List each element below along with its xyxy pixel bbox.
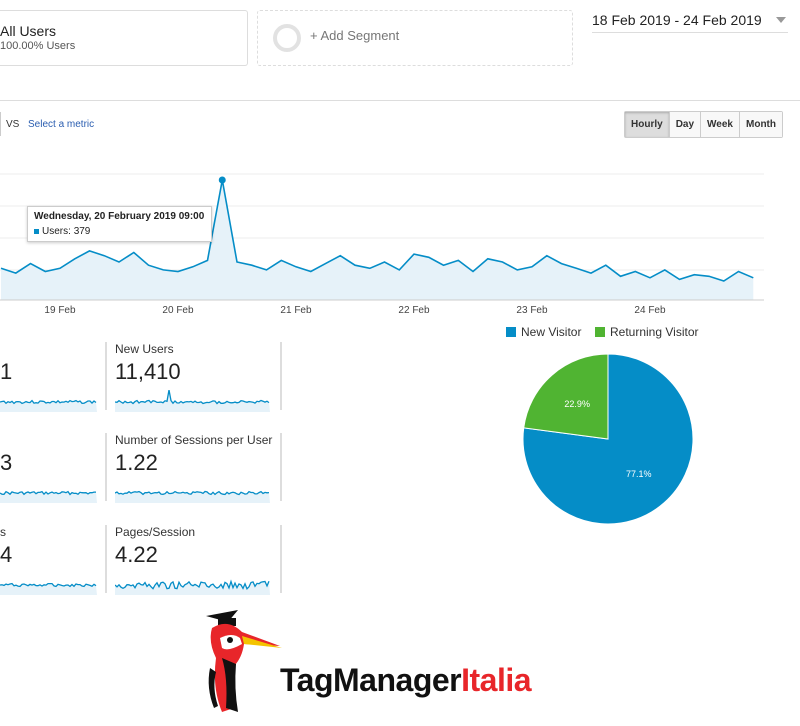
day-button[interactable]: Day (668, 112, 701, 137)
segment-subtitle: 100.00% Users (0, 40, 76, 52)
legend-swatch (506, 327, 516, 337)
metric-sparkline (115, 490, 270, 503)
metric-value: 4 (0, 542, 13, 567)
woodpecker-logo-icon (206, 610, 282, 712)
tile-divider (280, 433, 282, 501)
x-tick-label: 24 Feb (634, 305, 666, 316)
tile-divider (105, 342, 107, 410)
segment-ring-icon (273, 24, 301, 52)
x-tick-label: 20 Feb (162, 305, 194, 316)
metric-label: New Users (115, 342, 174, 356)
metric-tile[interactable]: Pages/Session 4.22 (105, 525, 280, 595)
tile-divider (280, 525, 282, 593)
select-metric-link[interactable]: Select a metric (28, 119, 94, 130)
highlighted-point (218, 176, 226, 184)
x-tick-label: 21 Feb (280, 305, 312, 316)
metric-tile[interactable]: 1 (0, 342, 97, 412)
hourly-button[interactable]: Hourly (625, 112, 669, 137)
add-segment-button[interactable]: + Add Segment (257, 10, 573, 66)
granularity-toggle: Hourly Day Week Month (624, 111, 783, 138)
metric-value: 4.22 (115, 542, 158, 567)
add-segment-label: + Add Segment (310, 28, 400, 43)
month-button[interactable]: Month (739, 112, 782, 137)
legend-new-visitor[interactable]: New Visitor (506, 325, 581, 339)
visitor-pie-chart: 77.1% 22.9% (522, 353, 694, 525)
metric-label: Pages/Session (115, 525, 196, 539)
metric-tile[interactable]: New Users 11,410 (105, 342, 280, 412)
metric-value: 1.22 (115, 450, 158, 475)
chart-tooltip: Wednesday, 20 February 2019 09:00 Users:… (27, 206, 212, 242)
tooltip-value: Users: 379 (34, 226, 205, 237)
pie-slice-label: 77.1% (626, 469, 652, 479)
tile-divider (105, 525, 107, 593)
metric-value: 1 (0, 359, 13, 384)
x-tick-label: 22 Feb (398, 305, 430, 316)
tile-divider (105, 433, 107, 501)
pie-slice (523, 353, 609, 440)
x-tick-label: 19 Feb (44, 305, 76, 316)
metric-sparkline (0, 399, 97, 412)
legend-returning-visitor[interactable]: Returning Visitor (595, 325, 699, 339)
metric-label: Number of Sessions per User (115, 433, 273, 447)
metric-sparkline (115, 579, 270, 595)
segment-title: All Users (0, 23, 57, 39)
pie-slice-label: 22.9% (564, 399, 590, 409)
metric-value: 3 (0, 450, 13, 475)
date-range-picker[interactable]: 18 Feb 2019 - 24 Feb 2019 (592, 12, 788, 33)
x-tick-label: 23 Feb (516, 305, 548, 316)
metric-sparkline (115, 390, 270, 412)
metric-sparkline (0, 490, 97, 503)
metric-sparkline (0, 582, 97, 595)
brand-wordmark: TagManagerItalia (280, 662, 532, 698)
metric-label: s (0, 525, 6, 539)
tooltip-title: Wednesday, 20 February 2019 09:00 (34, 211, 205, 222)
metric-selector-edge (0, 112, 1, 136)
divider (0, 100, 800, 101)
series-swatch (34, 228, 39, 234)
tile-divider (280, 342, 282, 410)
metric-tile[interactable]: 3 (0, 433, 97, 503)
metric-tile[interactable]: Number of Sessions per User 1.22 (105, 433, 280, 503)
week-button[interactable]: Week (700, 112, 739, 137)
chevron-down-icon (776, 17, 786, 23)
vs-label: VS (6, 119, 20, 130)
legend-swatch (595, 327, 605, 337)
metric-tile[interactable]: s4 (0, 525, 97, 595)
segment-all-users[interactable]: All Users 100.00% Users (0, 10, 248, 66)
date-range-text: 18 Feb 2019 - 24 Feb 2019 (592, 12, 762, 28)
metric-value: 11,410 (115, 359, 181, 384)
